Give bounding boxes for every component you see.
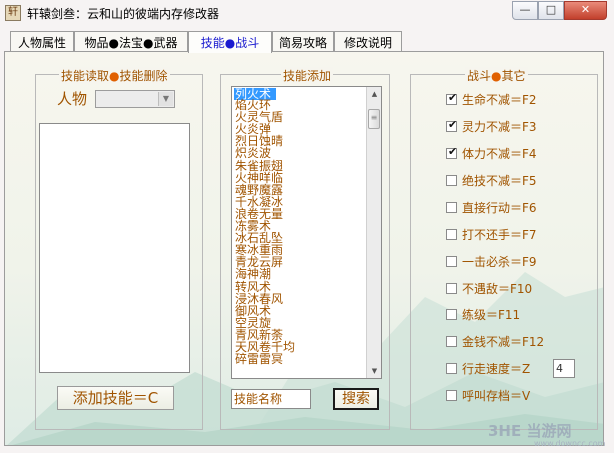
cheat-option[interactable]: 一击必杀＝F9 — [446, 253, 537, 269]
skill-name-input[interactable]: 技能名称 — [231, 389, 311, 409]
checkbox[interactable] — [446, 202, 457, 213]
cheat-option[interactable]: 绝技不减＝F5 — [446, 172, 537, 188]
cheat-option[interactable]: 练级＝F11 — [446, 306, 520, 322]
checkbox[interactable] — [446, 229, 457, 240]
skill-list-item-label: 碎雷雷冥 — [235, 352, 284, 367]
checkbox[interactable] — [446, 336, 457, 347]
skill-list-scrollbar[interactable]: ▲ ≡ ▼ — [366, 87, 381, 378]
checkmark-icon: ✔ — [448, 118, 458, 131]
skill-list-item-label: 御风术 — [235, 303, 272, 318]
skill-list-item[interactable]: 浸沐春风 — [234, 291, 367, 306]
scroll-thumb[interactable]: ≡ — [368, 109, 380, 129]
checkbox[interactable] — [446, 256, 457, 267]
close-button[interactable]: ✕ — [564, 1, 607, 20]
tab-walkthrough[interactable]: 简易攻略 — [272, 31, 334, 52]
skill-add-group-label: 技能添加 — [281, 67, 334, 84]
cheat-option-label: 行走速度＝Z — [462, 362, 531, 376]
cheat-option[interactable]: 不遇敌＝F10 — [446, 280, 532, 296]
search-button[interactable]: 搜索 — [333, 388, 379, 410]
cheat-option[interactable]: ✔ 体力不减＝F4 — [446, 145, 537, 161]
skill-add-list[interactable]: 列火术 焰火环 火灵气盾 火炎弹 烈日蚀晴 炽炎波 朱雀振翅 火神咩临 魂野魔露 千水凝冰 浪卷无量… — [231, 86, 382, 379]
walk-speed-input[interactable]: 4 — [553, 359, 575, 378]
add-skill-button[interactable]: 添加技能＝C — [57, 386, 174, 410]
skill-list-item[interactable]: 火神咩临 — [234, 172, 367, 184]
tab-skills-battle[interactable]: 技能●战斗 — [188, 31, 272, 53]
cheat-option-label: 练级＝F11 — [462, 308, 521, 322]
checkbox[interactable] — [446, 363, 457, 374]
skill-list-item[interactable]: 转风术 — [234, 279, 367, 294]
skill-list-item[interactable]: 朱雀振翅 — [234, 158, 367, 173]
cheat-option[interactable]: 打不还手＝F7 — [446, 226, 537, 242]
maximize-button[interactable]: □ — [538, 1, 564, 20]
skill-list-item[interactable]: 御风术 — [234, 305, 367, 317]
app-icon: 轩 — [5, 5, 21, 21]
cheat-option-label: 绝技不减＝F5 — [462, 174, 537, 188]
cheat-option[interactable]: 直接行动＝F6 — [446, 199, 537, 215]
cheat-option[interactable]: ✔ 灵力不减＝F3 — [446, 118, 537, 134]
cheat-option-label: 呼叫存档＝V — [462, 389, 531, 403]
checkbox[interactable] — [446, 283, 457, 294]
checkbox[interactable] — [446, 390, 457, 401]
cheat-option[interactable]: 行走速度＝Z — [446, 360, 530, 376]
skill-list-item-label: 海神潮 — [235, 267, 272, 282]
cheat-option-label: 灵力不减＝F3 — [462, 120, 537, 134]
skill-list-item-label: 炽炎波 — [235, 146, 272, 161]
watermark-url: www.downcc.com — [534, 439, 606, 448]
person-select[interactable]: ▼ — [95, 90, 175, 108]
skill-items: 列火术 焰火环 火灵气盾 火炎弹 烈日蚀晴 炽炎波 朱雀振翅 火神咩临 魂野魔露 千水凝冰 浪卷无量… — [234, 87, 367, 365]
title-bar: 轩 轩辕剑叁：云和山的彼端内存修改器 — □ ✕ — [0, 0, 614, 26]
person-label: 人物 — [57, 90, 88, 108]
cheat-option-label: 生命不减＝F2 — [462, 93, 537, 107]
skill-read-group-label: 技能读取●技能删除 — [59, 67, 170, 84]
skill-list-item[interactable]: 海神潮 — [234, 268, 367, 280]
scroll-down-icon[interactable]: ▼ — [368, 364, 381, 378]
app-window: 轩 轩辕剑叁：云和山的彼端内存修改器 — □ ✕ 人物属性 物品●法宝●武器 技… — [0, 0, 614, 453]
scroll-up-icon[interactable]: ▲ — [368, 87, 381, 101]
skill-list-item-label: 转风术 — [235, 279, 272, 294]
chevron-down-icon[interactable]: ▼ — [158, 92, 173, 106]
tab-instructions[interactable]: 修改说明 — [334, 31, 402, 52]
checkmark-icon: ✔ — [448, 91, 458, 104]
minimize-button[interactable]: — — [512, 1, 538, 20]
battle-other-group-label: 战斗●其它 — [465, 67, 528, 84]
checkbox[interactable]: ✔ — [446, 145, 458, 159]
checkbox[interactable] — [446, 175, 457, 186]
watermark: 3HE 当游网 — [488, 422, 572, 440]
cheat-option-label: 打不还手＝F7 — [462, 228, 537, 242]
character-skill-list[interactable] — [39, 123, 190, 373]
checkbox[interactable]: ✔ — [446, 118, 458, 132]
skill-list-item[interactable]: 碎雷雷冥 — [234, 353, 367, 365]
cheat-option[interactable]: 呼叫存档＝V — [446, 387, 530, 403]
skill-list-item-label: 火神咩临 — [235, 170, 284, 185]
checkbox[interactable]: ✔ — [446, 91, 458, 105]
cheat-option-label: 不遇敌＝F10 — [462, 282, 533, 296]
skill-list-item-label: 浸沐春风 — [235, 291, 284, 306]
tab-items-treasures-weapons[interactable]: 物品●法宝●武器 — [74, 31, 188, 52]
window-title: 轩辕剑叁：云和山的彼端内存修改器 — [27, 7, 220, 21]
cheat-option-label: 一击必杀＝F9 — [462, 255, 537, 269]
cheat-option-label: 金钱不减＝F12 — [462, 335, 545, 349]
cheat-option[interactable]: 金钱不减＝F12 — [446, 333, 544, 349]
skill-list-item[interactable]: 炽炎波 — [234, 147, 367, 159]
cheat-option[interactable]: ✔ 生命不减＝F2 — [446, 91, 537, 107]
cheat-option-label: 直接行动＝F6 — [462, 201, 537, 215]
cheat-option-label: 体力不减＝F4 — [462, 147, 537, 161]
skill-list-item-label: 朱雀振翅 — [235, 158, 284, 173]
checkmark-icon: ✔ — [448, 145, 458, 158]
tab-character-attributes[interactable]: 人物属性 — [10, 31, 74, 52]
checkbox[interactable] — [446, 309, 457, 320]
